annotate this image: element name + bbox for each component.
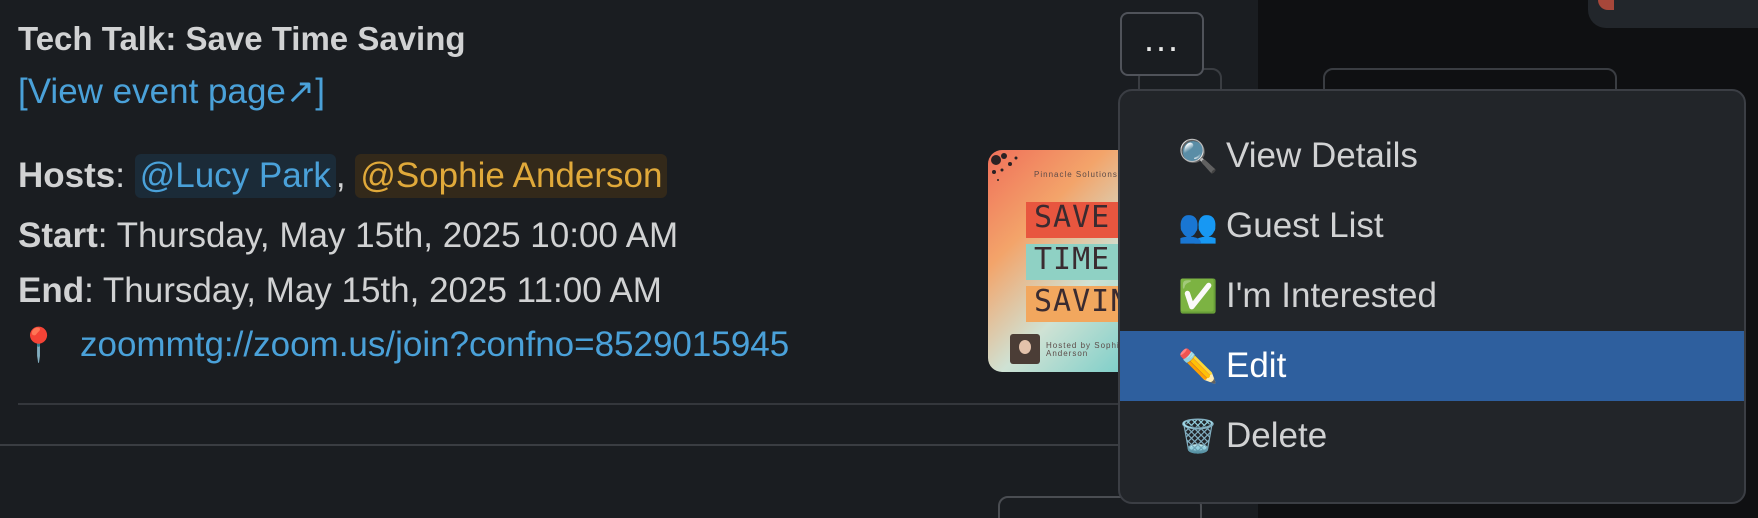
view-event-page-link[interactable]: [View event page↗]: [18, 72, 325, 112]
host-photo: [1010, 334, 1040, 364]
zoom-join-link[interactable]: zoommtg://zoom.us/join?confno=8529015945: [80, 325, 789, 364]
round-pushpin-icon: 📍: [18, 326, 60, 363]
hosts-colon: :: [115, 156, 135, 195]
image-thumbnail[interactable]: [1588, 0, 1758, 28]
menu-item-label: Edit: [1226, 346, 1287, 385]
host-face: [1019, 340, 1031, 354]
poster-company: Pinnacle Solutions: [1034, 170, 1118, 179]
magnifier-icon: 🔍: [1178, 138, 1218, 174]
menu-item-guest-list[interactable]: 👥 Guest List: [1120, 191, 1744, 261]
start-label: Start: [18, 216, 98, 255]
end-value: : Thursday, May 15th, 2025 11:00 AM: [84, 271, 662, 310]
end-line: End: Thursday, May 15th, 2025 11:00 AM: [18, 271, 662, 311]
end-label: End: [18, 271, 85, 310]
event-title: Tech Talk: Save Time Saving: [18, 20, 466, 57]
thumbnail-swatch: [1598, 0, 1614, 10]
host-mention-lucy[interactable]: @Lucy Park: [134, 154, 336, 198]
location-line: 📍 zoommtg://zoom.us/join?confno=852901594…: [18, 325, 789, 365]
more-actions-button[interactable]: ...: [1120, 12, 1204, 76]
event-actions-menu: 🔍 View Details 👥 Guest List ✅ I'm Intereste…: [1118, 89, 1746, 504]
hosts-line: Hosts: @Lucy Park, @Sophie Anderson: [18, 154, 668, 198]
menu-item-interested[interactable]: ✅ I'm Interested: [1120, 261, 1744, 331]
menu-item-view-details[interactable]: 🔍 View Details: [1120, 121, 1744, 191]
trash-icon: 🗑️: [1178, 418, 1218, 454]
ink-splatter-decoration: [991, 153, 1018, 181]
menu-item-edit[interactable]: ✏️ Edit: [1120, 331, 1744, 401]
host-mention-sophie[interactable]: @Sophie Anderson: [355, 154, 668, 198]
ellipsis-icon: ...: [1143, 18, 1180, 59]
poster-line-1: SAVE: [1034, 200, 1111, 235]
message-divider: [0, 444, 1258, 446]
menu-item-label: Delete: [1226, 416, 1328, 455]
start-value: : Thursday, May 15th, 2025 10:00 AM: [97, 216, 679, 255]
check-mark-icon: ✅: [1178, 278, 1218, 314]
hosts-label: Hosts: [18, 156, 116, 195]
poster-line-2: TIME: [1034, 242, 1111, 277]
people-icon: 👥: [1178, 208, 1218, 244]
card-divider: [18, 403, 1128, 405]
pencil-icon: ✏️: [1178, 348, 1218, 384]
hosts-comma: ,: [335, 156, 356, 195]
menu-item-label: Guest List: [1226, 206, 1384, 245]
slack-event-message: Tech Talk: Save Time Saving [View event …: [0, 0, 1758, 518]
menu-item-label: I'm Interested: [1226, 276, 1437, 315]
start-line: Start: Thursday, May 15th, 2025 10:00 AM: [18, 216, 678, 256]
menu-item-label: View Details: [1226, 136, 1418, 175]
menu-item-delete[interactable]: 🗑️ Delete: [1120, 401, 1744, 471]
